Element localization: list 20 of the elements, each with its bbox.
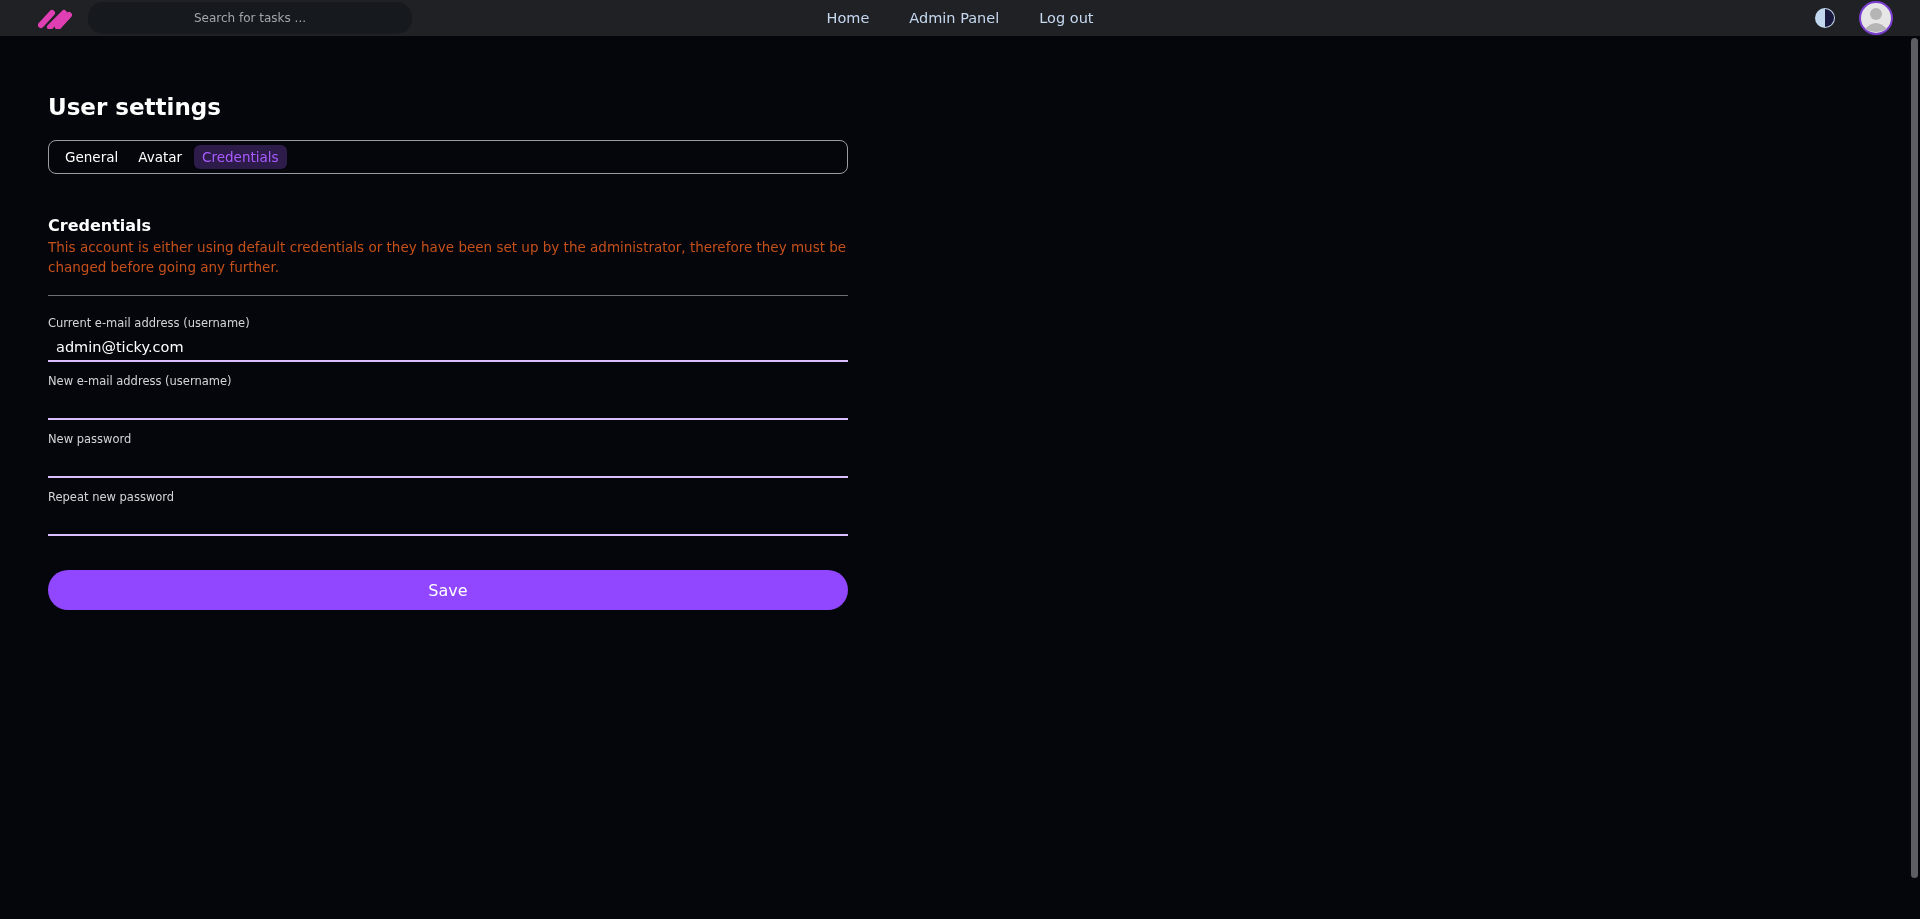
settings-tab[interactable]: Credentials [194, 145, 287, 169]
nav-link[interactable]: Log out [1039, 10, 1094, 26]
section-title: Credentials [48, 216, 153, 235]
nav-link[interactable]: Home [826, 10, 870, 26]
save-button[interactable]: Save [48, 570, 848, 610]
logo-icon[interactable] [38, 7, 72, 29]
nav-link[interactable]: Admin Panel [909, 10, 1000, 26]
warning-text: This account is either using default credentials or they have been set up by the administrator, therefore they must be changed before going any further. [48, 238, 848, 277]
search-field[interactable]: Search for tasks ... [88, 2, 412, 34]
contrast-icon[interactable] [1813, 6, 1837, 30]
settings-tab[interactable]: General [57, 145, 127, 169]
page-title: User settings [48, 94, 222, 120]
field-label: New password [48, 432, 133, 446]
settings-tab[interactable]: Avatar [130, 145, 191, 169]
field-label: Current e-mail address (username) [48, 316, 251, 330]
scrollbar[interactable] [1911, 38, 1918, 878]
avatar-icon[interactable] [1859, 1, 1893, 35]
field-label: New e-mail address (username) [48, 374, 233, 388]
field-label: Repeat new password [48, 490, 176, 504]
input-field[interactable]: admin@ticky.com [48, 334, 848, 362]
